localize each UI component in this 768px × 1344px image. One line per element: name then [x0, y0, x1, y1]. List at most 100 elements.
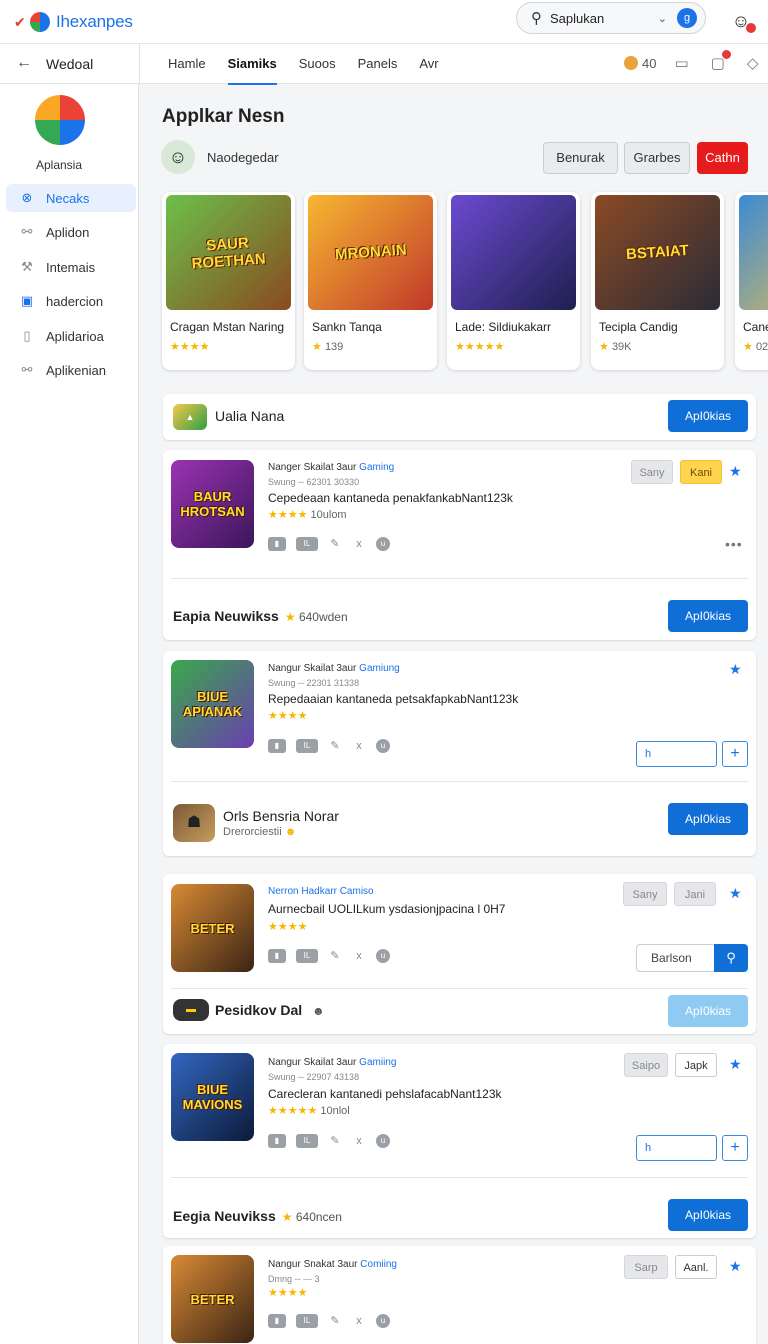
star-rating-icon: ★★★★	[268, 710, 308, 722]
app-thumbnail[interactable]: BIUE APIANAK	[171, 660, 254, 748]
sidebar-item-label: Necaks	[46, 190, 90, 206]
app-description: Aurnecbail UOLILkum ysdasionjpacina l 0H…	[268, 902, 506, 916]
platform-icon: IL	[296, 949, 318, 963]
bookmark-star-icon[interactable]: ★	[729, 661, 742, 678]
bookmark-star-icon[interactable]: ★	[729, 463, 742, 480]
apply-button[interactable]: ApI0kias	[668, 995, 748, 1027]
tab-siamiks[interactable]: Siamiks	[227, 56, 277, 85]
game-art-title: BAUR HROTSAN	[180, 489, 245, 519]
tag-chip[interactable]: Saipo	[624, 1053, 668, 1077]
featured-rating: ★ 39K	[599, 341, 632, 353]
bookmark-star-icon[interactable]: ★	[729, 1258, 742, 1275]
search-button[interactable]: ⚲	[714, 944, 748, 972]
sidebar-item-intemais[interactable]: ⚒ Intemais	[6, 253, 136, 281]
sidebar-item-hadercion[interactable]: ▣ hadercion	[6, 287, 136, 315]
benurak-button[interactable]: Benurak	[543, 142, 618, 174]
app-rating: ★★★★★ 10nlol	[268, 1105, 350, 1117]
apply-button[interactable]: ApI0kias	[668, 600, 748, 632]
bookmark-star-icon[interactable]: ★	[729, 885, 742, 902]
tab-hamle[interactable]: Hamle	[168, 56, 206, 71]
game-art-title: BIUE MAVIONS	[182, 1082, 243, 1112]
circle-icon: u	[376, 949, 390, 963]
back-arrow-icon[interactable]: ←	[16, 54, 32, 72]
add-button[interactable]: +	[722, 741, 748, 767]
cathn-button[interactable]: Cathn	[697, 142, 748, 174]
developer-name: Naodegedar	[207, 149, 279, 165]
tag-chip[interactable]: Kani	[680, 460, 722, 484]
app-thumbnail[interactable]: ☗	[173, 804, 215, 842]
brand-mark-icon	[30, 11, 50, 32]
nav-bar: ← Wedoal Hamle Siamiks Suoos Panels Avr …	[0, 44, 768, 85]
section-title: Ualia Nana	[215, 408, 285, 424]
tab-panels[interactable]: Panels	[358, 56, 398, 71]
platform-icon: ▮	[268, 739, 286, 753]
tag-chip[interactable]: Jani	[674, 882, 716, 906]
sidebar-item-aplidarioa[interactable]: ▯ Aplidarioa	[6, 322, 136, 350]
apply-button[interactable]: ApI0kias	[668, 1199, 748, 1231]
apply-button[interactable]: ApI0kias	[668, 400, 748, 432]
coin-count: 40	[642, 55, 657, 71]
app-description: Carecleran kantanedi pehslafacabNant123k	[268, 1087, 502, 1101]
developer-row[interactable]: ☺ Naodegedar	[161, 140, 279, 174]
close-icon: x	[356, 740, 362, 752]
featured-title: Tecipla Candig	[599, 320, 678, 334]
tag-chip[interactable]: Japk	[675, 1053, 717, 1077]
featured-rating: ★ 139	[312, 341, 344, 353]
tool-icon: ✎	[330, 740, 340, 752]
game-art	[451, 195, 576, 310]
game-art-title: SAUR ROETHAN	[191, 234, 267, 273]
app-thumbnail[interactable]: BETER	[171, 884, 254, 972]
search-dropdown[interactable]: ⚲ Saplukan ⌄ g	[516, 2, 706, 34]
section-title: Eegia Neuvikss ★ 640ncen	[173, 1208, 342, 1224]
featured-rating: ★★★★★	[455, 340, 504, 353]
sidebar-item-aplikenian[interactable]: ⚯ Aplikenian	[6, 356, 136, 384]
divider	[171, 988, 748, 989]
sidebar-item-aplidon[interactable]: ⚯ Aplidon	[6, 218, 136, 246]
sidebar-item-label: Aplidon	[46, 224, 90, 240]
user-avatar[interactable]: ☺	[728, 6, 756, 36]
sidebar-item-necaks[interactable]: ⊗ Necaks	[6, 184, 136, 212]
app-thumbnail[interactable]: BAUR HROTSAN	[171, 460, 254, 548]
quantity-input[interactable]: h	[636, 1135, 717, 1161]
featured-card[interactable]: BSTAIAT Tecipla Candig ★ 39K	[591, 192, 724, 370]
featured-card[interactable]: Lade: Sildiukakarr ★★★★★	[447, 192, 580, 370]
tag-chip[interactable]: Sany	[631, 460, 673, 484]
star-rating-icon: ★★★★	[268, 509, 308, 521]
tab-suoos[interactable]: Suoos	[299, 56, 336, 71]
app-thumbnail[interactable]: BETER	[171, 1255, 254, 1343]
tag-chip[interactable]: Aanl.	[675, 1255, 717, 1279]
grid-icon: ▣	[20, 293, 34, 308]
bookmark-star-icon[interactable]: ★	[729, 1056, 742, 1073]
add-button[interactable]: +	[722, 1135, 748, 1161]
quantity-input[interactable]: h	[636, 741, 717, 767]
app-card: BETER Nerron Hadkarr Camiso Aurnecbail U…	[163, 874, 756, 1034]
featured-card[interactable]: SAUR ROETHAN Cragan Mstan Naring ★★★★	[162, 192, 295, 370]
section-subtitle: Drerorciestii ☻	[223, 826, 297, 838]
more-options-icon[interactable]: •••	[725, 536, 743, 552]
featured-card[interactable]: Cane ★ 02	[735, 192, 768, 370]
gift-icon[interactable]: ▢	[711, 50, 731, 72]
star-rating-icon: ★★★★	[268, 921, 308, 933]
chevron-down-icon: ⌄	[657, 12, 667, 25]
search-input[interactable]: Barlson	[636, 944, 716, 972]
featured-title: Cane	[743, 320, 768, 334]
featured-card[interactable]: MRONAIN Sankn Tanqa ★ 139	[304, 192, 437, 370]
featured-rating: ★ 02	[743, 341, 768, 353]
game-art-title: BIUE APIANAK	[182, 689, 243, 719]
app-thumbnail[interactable]: BIUE MAVIONS	[171, 1053, 254, 1141]
account-badge[interactable]: g	[677, 8, 697, 28]
tag-chip[interactable]: Sarp	[624, 1255, 668, 1279]
app-meta: Swung -- 62301 30330	[268, 477, 360, 487]
bag-icon[interactable]: ▭	[674, 54, 688, 72]
tag-chip[interactable]: Sany	[623, 882, 667, 906]
app-meta: Dmng -- --- 3	[268, 1274, 320, 1284]
tab-avr[interactable]: Avr	[419, 56, 438, 71]
top-bar: ✔ Ihexanpes ⚲ Saplukan ⌄ g ☺	[0, 0, 768, 44]
section-icon: ▬	[173, 999, 209, 1021]
grarbes-button[interactable]: Grarbes	[624, 142, 690, 174]
app-rating: ★★★★	[268, 709, 307, 722]
apply-button[interactable]: ApI0kias	[668, 803, 748, 835]
brand-logo[interactable]: ✔ Ihexanpes	[14, 11, 133, 32]
tag-icon[interactable]: ◇	[747, 54, 759, 72]
close-icon: x	[356, 1135, 362, 1147]
